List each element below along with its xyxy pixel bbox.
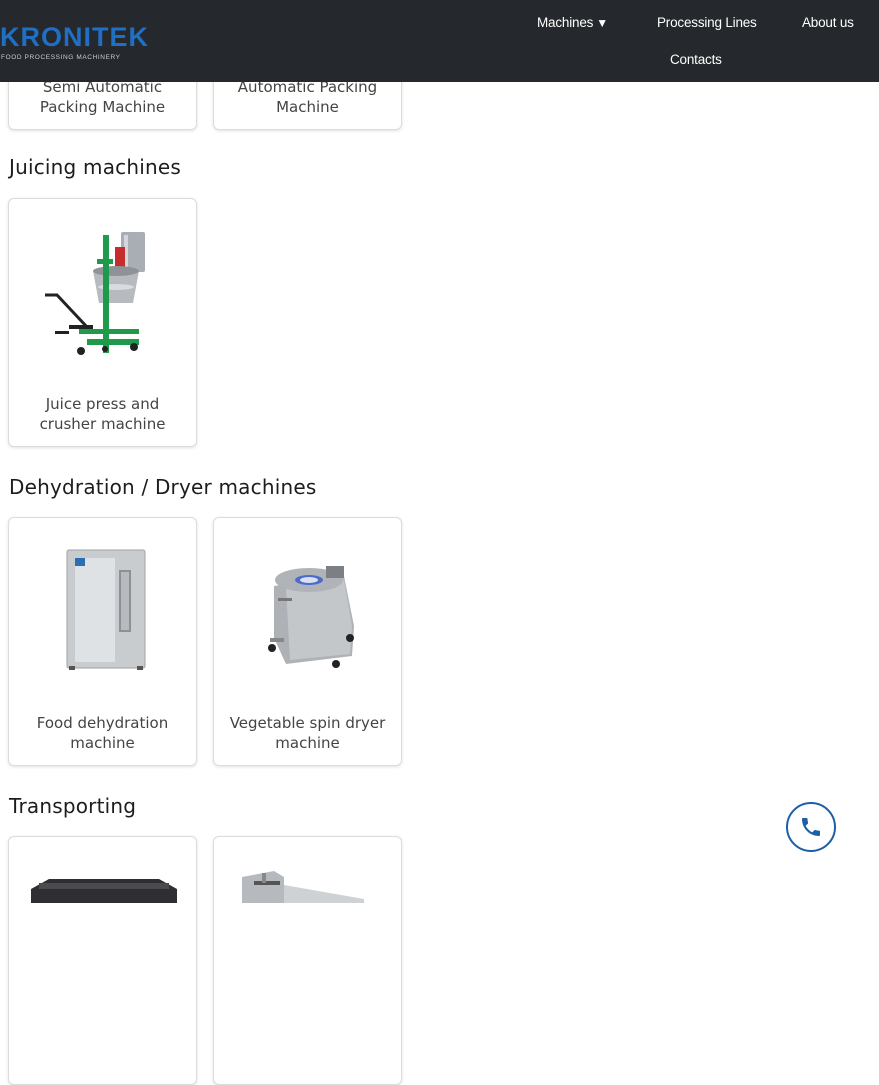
nav-machines[interactable]: Machines ▼: [537, 15, 608, 30]
product-card-label: Automatic Packing Machine: [237, 78, 378, 116]
logo-wordmark: KRONITEK: [0, 22, 149, 52]
kronitek-logo[interactable]: KRONITEK FOOD PROCESSING MACHINERY: [0, 18, 148, 66]
conveyor-machine-image: [31, 879, 177, 903]
nav-contacts[interactable]: Contacts: [670, 52, 722, 67]
food-dehydrator-image: [66, 549, 146, 670]
product-card-label: Vegetable spin dryer machine: [229, 714, 386, 752]
nav-machines-label: Machines: [537, 15, 594, 30]
section-title-juicing: Juicing machines: [9, 155, 181, 179]
product-card-label: Juice press and crusher machine: [39, 395, 166, 433]
page-content: Semi Automatic Packing Machine Automatic…: [0, 0, 879, 1085]
section-title-transporting: Transporting: [9, 794, 137, 818]
section-title-dehydration: Dehydration / Dryer machines: [9, 475, 317, 499]
caret-down-icon: ▼: [596, 16, 608, 30]
juice-press-image: [45, 232, 145, 355]
product-card-food-dehydration[interactable]: Food dehydration machine: [8, 517, 197, 766]
product-card-transporting-1[interactable]: [8, 836, 197, 1085]
nav-about-us[interactable]: About us: [802, 15, 854, 30]
nav-processing-lines[interactable]: Processing Lines: [657, 15, 757, 30]
product-card-label: Food dehydration machine: [36, 714, 169, 752]
conveyor-belt-image: [242, 871, 364, 903]
product-card-transporting-2[interactable]: [213, 836, 402, 1085]
spin-dryer-image: [268, 566, 354, 668]
product-card-juice-press[interactable]: Juice press and crusher machine: [8, 198, 197, 447]
call-button[interactable]: [786, 802, 836, 852]
site-header: KRONITEK FOOD PROCESSING MACHINERY Machi…: [0, 0, 879, 82]
logo-tagline: FOOD PROCESSING MACHINERY: [1, 54, 121, 61]
product-card-label: Semi Automatic Packing Machine: [39, 78, 166, 116]
product-card-vegetable-spin-dryer[interactable]: Vegetable spin dryer machine: [213, 517, 402, 766]
phone-icon: [802, 818, 820, 836]
